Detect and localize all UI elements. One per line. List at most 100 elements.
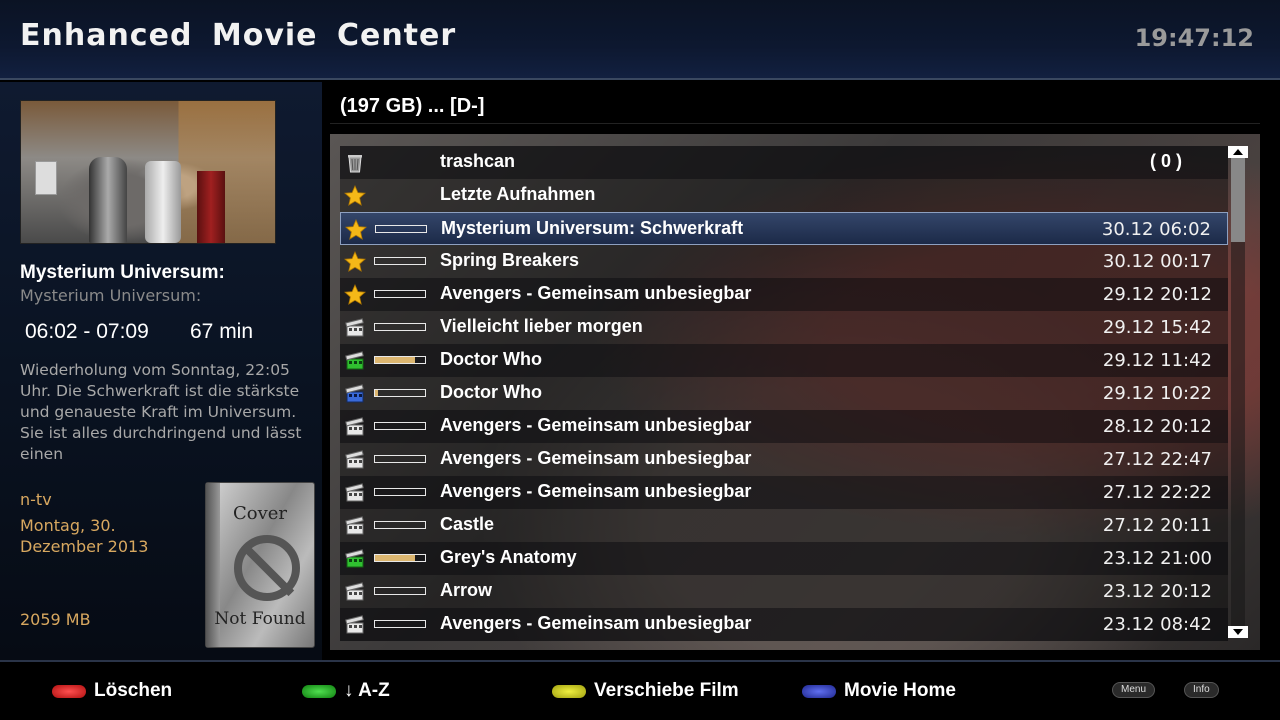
red-key-icon bbox=[52, 685, 86, 698]
scroll-thumb[interactable] bbox=[1231, 158, 1245, 242]
progress-bar bbox=[374, 257, 426, 265]
progress-bar bbox=[374, 620, 426, 628]
film-icon bbox=[344, 317, 366, 339]
progress-bar bbox=[374, 323, 426, 331]
blue-key-icon bbox=[802, 685, 836, 698]
progress-bar bbox=[374, 422, 426, 430]
list-item-date: 23.12 21:00 bbox=[1102, 548, 1212, 569]
film-icon bbox=[344, 416, 366, 438]
film-icon bbox=[344, 614, 366, 636]
info-description: Wiederholung vom Sonntag, 22:05 Uhr. Die… bbox=[20, 361, 302, 463]
film-icon bbox=[344, 581, 366, 603]
film-icon-blue bbox=[344, 383, 366, 405]
info-title: Mysterium Universum: bbox=[20, 262, 225, 283]
star-icon bbox=[344, 284, 366, 306]
list-item-date: 27.12 22:47 bbox=[1102, 449, 1212, 470]
list-item-title: Grey's Anatomy bbox=[440, 547, 577, 567]
list-item-date: 29.12 11:42 bbox=[1102, 350, 1212, 371]
list-item[interactable]: trashcan ( 0 ) bbox=[340, 146, 1228, 179]
app-title: Enhanced Movie Center bbox=[20, 18, 457, 53]
list-item-title: Mysterium Universum: Schwerkraft bbox=[441, 218, 744, 238]
menu-button[interactable]: Menu bbox=[1112, 682, 1156, 698]
film-icon-green bbox=[344, 548, 366, 570]
list-item-date: 29.12 20:12 bbox=[1102, 284, 1212, 305]
path-text: (197 GB) ... [D-] bbox=[340, 95, 485, 117]
film-icon bbox=[344, 482, 366, 504]
preview-detail bbox=[197, 171, 225, 243]
clock: 19:47:12 bbox=[1134, 24, 1254, 52]
list-item[interactable]: Doctor Who 29.12 10:22 bbox=[340, 377, 1228, 410]
progress-bar bbox=[374, 356, 426, 364]
list-item-date: 27.12 22:22 bbox=[1102, 482, 1212, 503]
scroll-down-arrow-icon[interactable] bbox=[1228, 626, 1248, 638]
list-item-title: Castle bbox=[440, 514, 495, 534]
star-icon bbox=[344, 251, 366, 273]
footer-bar: Löschen ↓ A-Z Verschiebe Film Movie Home… bbox=[0, 660, 1280, 720]
list-item-date: 27.12 20:11 bbox=[1102, 515, 1212, 536]
list-item-title: Avengers - Gemeinsam unbesiegbar bbox=[440, 283, 752, 303]
list-item-title: Spring Breakers bbox=[440, 250, 580, 270]
film-icon bbox=[344, 515, 366, 537]
green-key-icon bbox=[302, 685, 336, 698]
progress-bar bbox=[374, 389, 426, 397]
list-item[interactable]: Avengers - Gemeinsam unbesiegbar 28.12 20… bbox=[340, 410, 1228, 443]
info-time-range: 06:02 - 07:09 bbox=[25, 320, 149, 343]
list-item-date: 23.12 08:42 bbox=[1102, 614, 1212, 635]
info-subtitle: Mysterium Universum: bbox=[20, 286, 202, 305]
list-item[interactable]: Grey's Anatomy 23.12 21:00 bbox=[340, 542, 1228, 575]
list-item-title: trashcan bbox=[440, 151, 516, 171]
film-icon-green bbox=[344, 350, 366, 372]
green-key-label: ↓ A-Z bbox=[344, 680, 390, 701]
preview-detail bbox=[145, 161, 181, 243]
info-date: Montag, 30. Dezember 2013 bbox=[20, 516, 149, 556]
list-item-date: 29.12 10:22 bbox=[1102, 383, 1212, 404]
list-item-date: 30.12 00:17 bbox=[1102, 251, 1212, 272]
blue-key-label: Movie Home bbox=[844, 680, 956, 701]
info-file-size: 2059 MB bbox=[20, 610, 91, 629]
progress-bar bbox=[374, 455, 426, 463]
list-item[interactable]: Doctor Who 29.12 11:42 bbox=[340, 344, 1228, 377]
yellow-key-label: Verschiebe Film bbox=[594, 680, 739, 701]
list-item-title: Avengers - Gemeinsam unbesiegbar bbox=[440, 415, 752, 435]
list-item[interactable]: Avengers - Gemeinsam unbesiegbar 27.12 22… bbox=[340, 443, 1228, 476]
list-item[interactable]: Castle 27.12 20:11 bbox=[340, 509, 1228, 542]
list-item[interactable]: Avengers - Gemeinsam unbesiegbar 23.12 08… bbox=[340, 608, 1228, 641]
list-item-date: 30.12 06:02 bbox=[1101, 219, 1211, 240]
progress-fill bbox=[375, 357, 415, 363]
path-bar: (197 GB) ... [D-] bbox=[330, 90, 1260, 124]
list-item-title: Doctor Who bbox=[440, 349, 542, 369]
list-item-title: Avengers - Gemeinsam unbesiegbar bbox=[440, 481, 752, 501]
list-item-title: Arrow bbox=[440, 580, 493, 600]
progress-bar bbox=[375, 225, 427, 233]
trashcan-icon bbox=[344, 152, 366, 174]
list-item-selected[interactable]: Mysterium Universum: Schwerkraft 30.12 06… bbox=[340, 212, 1228, 245]
preview-detail bbox=[35, 161, 57, 195]
list-item[interactable]: Avengers - Gemeinsam unbesiegbar 27.12 22… bbox=[340, 476, 1228, 509]
video-preview bbox=[20, 100, 276, 244]
preview-detail bbox=[89, 157, 127, 243]
list-item[interactable]: Arrow 23.12 20:12 bbox=[340, 575, 1228, 608]
list-item-title: Avengers - Gemeinsam unbesiegbar bbox=[440, 448, 752, 468]
scroll-track[interactable] bbox=[1231, 158, 1245, 628]
list-item[interactable]: Vielleicht lieber morgen 29.12 15:42 bbox=[340, 311, 1228, 344]
no-entry-icon bbox=[234, 535, 300, 601]
info-panel: Mysterium Universum: Mysterium Universum… bbox=[0, 82, 322, 660]
list-item[interactable]: Avengers - Gemeinsam unbesiegbar 29.12 20… bbox=[340, 278, 1228, 311]
red-key-label: Löschen bbox=[94, 680, 173, 701]
list-item-title: Vielleicht lieber morgen bbox=[440, 316, 643, 336]
list-item-date: 28.12 20:12 bbox=[1102, 416, 1212, 437]
list-item-title: Letzte Aufnahmen bbox=[440, 184, 596, 204]
list-item-date: 29.12 15:42 bbox=[1102, 317, 1212, 338]
progress-bar bbox=[374, 488, 426, 496]
list-item[interactable]: Spring Breakers 30.12 00:17 bbox=[340, 245, 1228, 278]
yellow-key-icon bbox=[552, 685, 586, 698]
progress-fill bbox=[375, 390, 378, 396]
movie-list[interactable]: trashcan ( 0 ) Letzte Aufnahmen Mysterium U… bbox=[330, 134, 1260, 650]
scrollbar[interactable] bbox=[1228, 146, 1248, 642]
list-item[interactable]: Letzte Aufnahmen bbox=[340, 179, 1228, 212]
info-channel: n-tv bbox=[20, 490, 52, 509]
info-button[interactable]: Info bbox=[1184, 682, 1219, 698]
scroll-up-arrow-icon[interactable] bbox=[1228, 146, 1248, 158]
cover-top-text: Cover bbox=[232, 503, 288, 524]
progress-bar bbox=[374, 587, 426, 595]
